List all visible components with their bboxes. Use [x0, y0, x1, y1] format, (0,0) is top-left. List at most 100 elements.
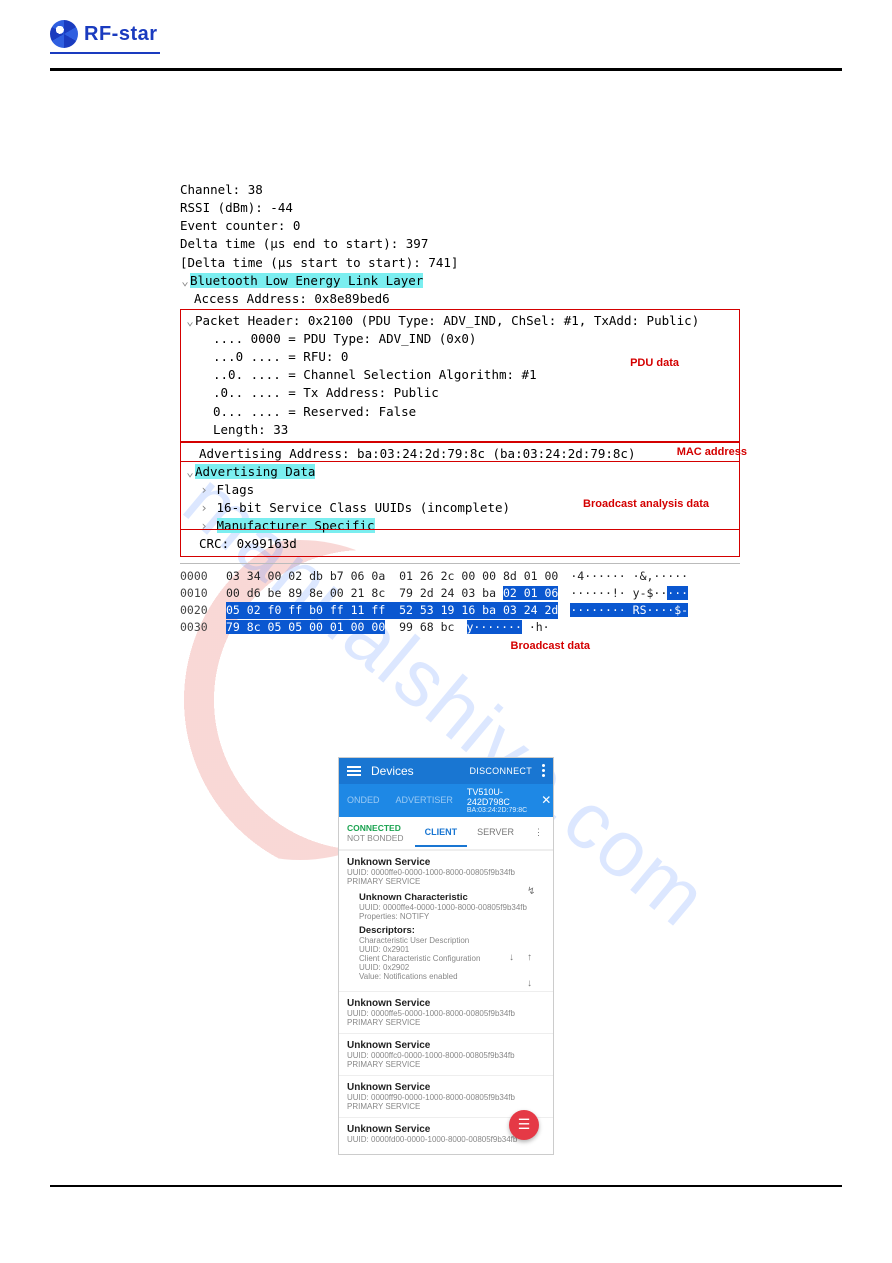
- chevron-down-icon: ⌄: [180, 272, 190, 290]
- phone-screenshot: Devices DISCONNECT ONDED ADVERTISER TV51…: [338, 757, 554, 1155]
- annotation-divider: [180, 461, 740, 462]
- descriptor-cud: Characteristic User Description: [359, 936, 545, 945]
- service-title: Unknown Service: [347, 857, 545, 868]
- field-tx-address: .0.. .... = Tx Address: Public: [185, 384, 735, 402]
- annotation-divider-2: [180, 529, 740, 530]
- service-item[interactable]: Unknown Service UUID: 0000ffe0-0000-1000…: [339, 850, 553, 991]
- service-type: PRIMARY SERVICE: [347, 1060, 545, 1069]
- hex-ascii: y······· ·h·: [467, 619, 550, 636]
- characteristic-properties: Properties: NOTIFY: [359, 912, 545, 921]
- service-uuid: UUID: 0000ffe5-0000-1000-8000-00805f9b34…: [347, 1009, 545, 1018]
- field-rssi: RSSI (dBm): -44: [180, 199, 740, 217]
- annotation-box-pdu: ⌄Packet Header: 0x2100 (PDU Type: ADV_IN…: [180, 309, 740, 442]
- annotation-box-adv: Advertising Address: ba:03:24:2d:79:8c (…: [180, 442, 740, 557]
- logo-underline: [50, 52, 160, 54]
- tree-advertising-data[interactable]: ⌄Advertising Data: [185, 463, 735, 481]
- notify-disabled-icon[interactable]: ↯: [527, 886, 539, 898]
- packet-details-pane: Channel: 38 RSSI (dBm): -44 Event counte…: [180, 181, 740, 557]
- hex-bytes: 05 02 f0 ff b0 ff 11 ff 52 53 19 16 ba 0…: [226, 602, 558, 619]
- service-uuid: UUID: 0000ffe0-0000-1000-8000-00805f9b34…: [347, 868, 545, 877]
- tab-advertiser[interactable]: ADVERTISER: [388, 790, 461, 810]
- tree-ble-link-layer[interactable]: ⌄Bluetooth Low Energy Link Layer: [180, 272, 740, 290]
- field-event-counter: Event counter: 0: [180, 217, 740, 235]
- field-crc: CRC: 0x99163d: [185, 535, 735, 553]
- descriptor-ccc-uuid: UUID: 0x2902: [359, 963, 545, 972]
- app-topbar: Devices DISCONNECT: [339, 758, 553, 784]
- chevron-right-icon: ›: [199, 499, 209, 517]
- device-tab[interactable]: TV510U-242D798C BA:03:24:2D:79:8C: [461, 784, 533, 817]
- header-divider: [50, 68, 842, 71]
- download-icon[interactable]: ↓: [509, 952, 521, 964]
- field-length: Length: 33: [185, 421, 735, 439]
- device-name: TV510U-242D798C: [467, 787, 527, 807]
- service-item[interactable]: Unknown Service UUID: 0000ffe5-0000-1000…: [339, 991, 553, 1033]
- status-connected: CONNECTED: [347, 823, 404, 833]
- service-title: Unknown Service: [347, 1082, 545, 1093]
- upload-icon[interactable]: ↑: [527, 952, 539, 964]
- hex-bytes: 03 34 00 02 db b7 06 0a 01 26 2c 00 00 8…: [226, 568, 558, 585]
- status-row: CONNECTED NOT BONDED CLIENT SERVER ⋮: [339, 817, 553, 850]
- chevron-down-icon: ⌄: [185, 312, 195, 330]
- service-title: Unknown Service: [347, 998, 545, 1009]
- field-access-address: Access Address: 0x8e89bed6: [180, 290, 740, 308]
- tab-client[interactable]: CLIENT: [415, 819, 468, 847]
- device-address: BA:03:24:2D:79:8C: [467, 807, 527, 814]
- annotation-broadcast-analysis: Broadcast analysis data: [583, 497, 709, 513]
- device-tab-bar: ONDED ADVERTISER TV510U-242D798C BA:03:2…: [339, 784, 553, 817]
- hex-ascii: ·4······ ·&,·····: [570, 568, 688, 585]
- field-delta-end: Delta time (µs end to start): 397: [180, 235, 740, 253]
- field-channel: Channel: 38: [180, 181, 740, 199]
- hex-offset: 0000: [180, 568, 214, 585]
- characteristic-uuid: UUID: 0000ffe4-0000-1000-8000-00805f9b34…: [359, 903, 545, 912]
- tab-server[interactable]: SERVER: [467, 819, 524, 847]
- annotation-mac-address: MAC address: [677, 445, 747, 461]
- logo-swirl-icon: [50, 20, 78, 48]
- app-title: Devices: [371, 764, 459, 778]
- overflow-menu-icon[interactable]: [542, 764, 545, 777]
- service-type: PRIMARY SERVICE: [347, 1102, 545, 1111]
- close-tab-icon[interactable]: ✕: [533, 793, 559, 807]
- tab-bonded[interactable]: ONDED: [339, 790, 388, 810]
- hex-row: 0030 79 8c 05 05 00 01 00 00 99 68 bc y·…: [180, 619, 740, 636]
- fab-button[interactable]: ☰: [509, 1110, 539, 1140]
- service-type: PRIMARY SERVICE: [347, 1018, 545, 1027]
- hex-ascii: ······!· y-$·····: [570, 585, 688, 602]
- annotation-pdu-data: PDU data: [630, 356, 679, 372]
- logo-text: RF-star: [84, 23, 158, 46]
- tree-manufacturer-specific[interactable]: › Manufacturer Specific: [185, 517, 735, 535]
- logo: RF-star: [50, 20, 842, 48]
- hex-row: 0000 03 34 00 02 db b7 06 0a 01 26 2c 00…: [180, 568, 740, 585]
- overflow-menu-icon[interactable]: ⋮: [524, 819, 553, 847]
- hex-offset: 0030: [180, 619, 214, 636]
- service-item[interactable]: Unknown Service UUID: 0000ffc0-0000-1000…: [339, 1033, 553, 1075]
- footer-divider: [50, 1185, 842, 1187]
- field-reserved: 0... .... = Reserved: False: [185, 403, 735, 421]
- download-icon[interactable]: ↓: [527, 978, 539, 990]
- characteristic-title: Unknown Characteristic: [359, 892, 545, 903]
- hex-bytes: 00 d6 be 89 8e 00 21 8c 79 2d 24 03 ba 0…: [226, 585, 558, 602]
- descriptor-ccc-value: Value: Notifications enabled: [359, 972, 545, 981]
- hex-row: 0010 00 d6 be 89 8e 00 21 8c 79 2d 24 03…: [180, 585, 740, 602]
- hex-offset: 0010: [180, 585, 214, 602]
- chevron-down-icon: ⌄: [185, 463, 195, 481]
- disconnect-button[interactable]: DISCONNECT: [469, 766, 532, 776]
- hex-offset: 0020: [180, 602, 214, 619]
- hex-dump-pane: 0000 03 34 00 02 db b7 06 0a 01 26 2c 00…: [180, 563, 740, 637]
- service-title: Unknown Service: [347, 1040, 545, 1051]
- message-icon: ☰: [518, 1116, 531, 1133]
- service-uuid: UUID: 0000ffc0-0000-1000-8000-00805f9b34…: [347, 1051, 545, 1060]
- hex-row: 0020 05 02 f0 ff b0 ff 11 ff 52 53 19 16…: [180, 602, 740, 619]
- status-not-bonded: NOT BONDED: [347, 833, 404, 843]
- descriptors-label: Descriptors:: [359, 925, 545, 936]
- hamburger-icon[interactable]: [347, 766, 361, 776]
- characteristic-item[interactable]: ↯ Unknown Characteristic UUID: 0000ffe4-…: [347, 886, 545, 985]
- chevron-right-icon: ›: [199, 517, 209, 535]
- hex-ascii: ········ RS····$-: [570, 602, 688, 619]
- hex-bytes: 79 8c 05 05 00 01 00 00 99 68 bc: [226, 619, 455, 636]
- tree-packet-header[interactable]: ⌄Packet Header: 0x2100 (PDU Type: ADV_IN…: [185, 312, 735, 330]
- service-type: PRIMARY SERVICE: [347, 877, 545, 886]
- field-delta-start: [Delta time (µs start to start): 741]: [180, 254, 740, 272]
- service-uuid: UUID: 0000ff90-0000-1000-8000-00805f9b34…: [347, 1093, 545, 1102]
- field-pdu-type: .... 0000 = PDU Type: ADV_IND (0x0): [185, 330, 735, 348]
- chevron-right-icon: ›: [199, 481, 209, 499]
